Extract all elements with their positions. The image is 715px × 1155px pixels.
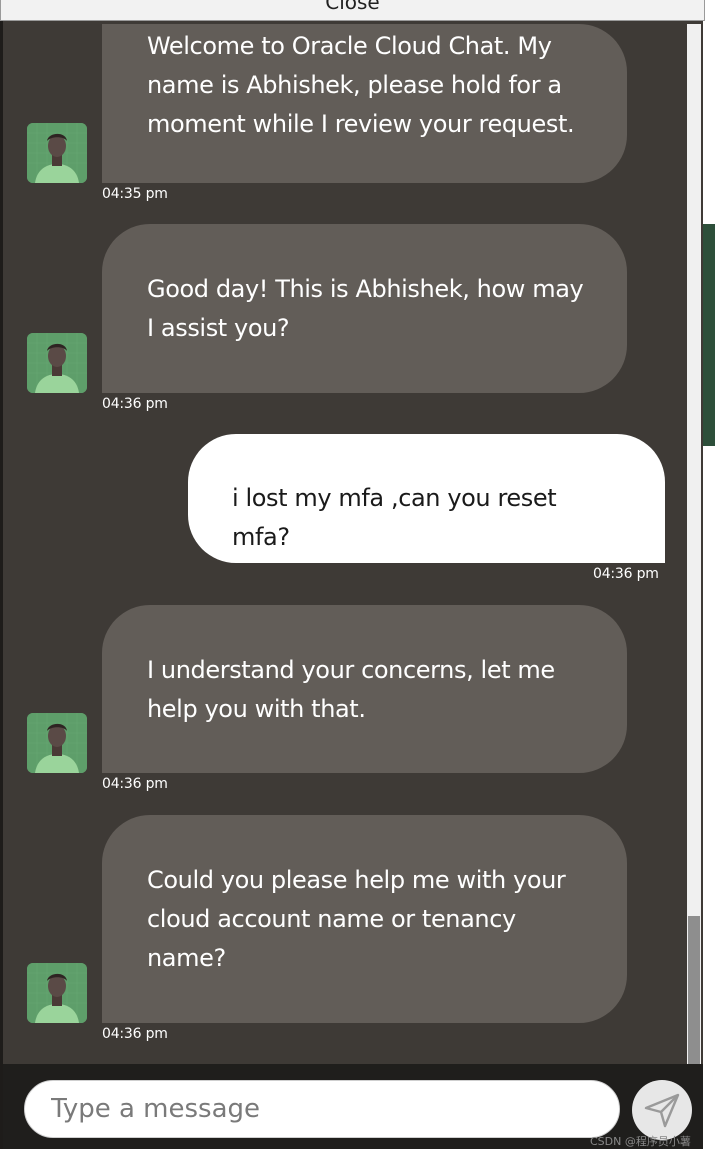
- user-message-bubble: i lost my mfa ,can you reset mfa?: [188, 434, 665, 563]
- agent-avatar: [27, 713, 87, 773]
- agent-avatar: [27, 123, 87, 183]
- agent-avatar-icon: [27, 333, 87, 393]
- message-timestamp: 04:35 pm: [102, 186, 168, 202]
- agent-message-bubble: Welcome to Oracle Cloud Chat. My name is…: [102, 24, 627, 183]
- watermark: CSDN @程序员小薯: [590, 1135, 691, 1148]
- agent-message-text: Good day! This is Abhishek, how may I as…: [147, 275, 584, 342]
- agent-avatar: [27, 963, 87, 1023]
- message-timestamp: 04:36 pm: [593, 566, 659, 582]
- agent-message-text: I understand your concerns, let me help …: [147, 656, 555, 723]
- agent-message-bubble: Could you please help me with your cloud…: [102, 815, 627, 1023]
- close-button-label: Close: [325, 0, 380, 14]
- agent-message-text: Welcome to Oracle Cloud Chat. My name is…: [147, 32, 575, 138]
- message-timestamp: 04:36 pm: [102, 396, 168, 412]
- agent-avatar-icon: [27, 123, 87, 183]
- agent-avatar-icon: [27, 963, 87, 1023]
- agent-message-bubble: Good day! This is Abhishek, how may I as…: [102, 224, 627, 393]
- agent-avatar: [27, 333, 87, 393]
- agent-message-text: Could you please help me with your cloud…: [147, 866, 566, 972]
- message-input[interactable]: [24, 1080, 620, 1138]
- chat-scrollbar[interactable]: [687, 24, 701, 1064]
- user-message-text: i lost my mfa ,can you reset mfa?: [232, 484, 557, 551]
- send-icon: [644, 1093, 680, 1128]
- agent-avatar-icon: [27, 713, 87, 773]
- chat-scrollbar-thumb[interactable]: [688, 916, 700, 1064]
- close-button[interactable]: Close: [0, 0, 705, 21]
- send-button[interactable]: [632, 1080, 692, 1140]
- message-timestamp: 04:36 pm: [102, 1026, 168, 1042]
- agent-message-bubble: I understand your concerns, let me help …: [102, 605, 627, 773]
- message-timestamp: 04:36 pm: [102, 776, 168, 792]
- page: Close Welcome to Oracle Cloud Chat. My n…: [0, 0, 715, 1155]
